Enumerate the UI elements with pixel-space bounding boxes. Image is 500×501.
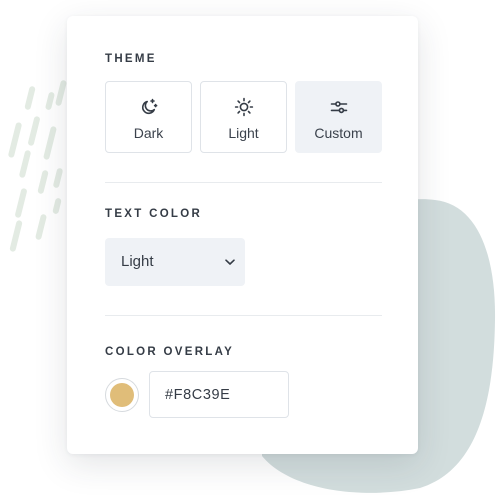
- theme-option-custom-label: Custom: [314, 125, 363, 141]
- chevron-down-icon: [225, 259, 235, 265]
- text-color-select-value: Light: [121, 253, 154, 270]
- text-color-select[interactable]: Light: [105, 238, 245, 286]
- section-divider: [105, 315, 382, 316]
- theme-option-dark-label: Dark: [133, 125, 164, 141]
- theme-option-dark[interactable]: Dark: [105, 81, 192, 153]
- color-swatch: [110, 383, 134, 407]
- sun-icon: [234, 97, 254, 117]
- text-color-heading: TEXT COLOR: [105, 208, 203, 220]
- hex-color-input[interactable]: [149, 371, 289, 418]
- section-divider: [105, 182, 382, 183]
- theme-option-light-label: Light: [228, 125, 259, 141]
- theme-option-custom[interactable]: Custom: [295, 81, 382, 153]
- settings-panel: THEME Dark Light Custom TEXT COLOR Light…: [67, 16, 418, 454]
- color-overlay-heading: COLOR OVERLAY: [105, 346, 235, 358]
- sliders-icon: [329, 97, 349, 117]
- dash-pattern: [8, 80, 67, 252]
- moon-stars-icon: [139, 97, 159, 117]
- color-swatch-button[interactable]: [105, 378, 139, 412]
- theme-heading: THEME: [105, 53, 157, 65]
- theme-option-light[interactable]: Light: [200, 81, 287, 153]
